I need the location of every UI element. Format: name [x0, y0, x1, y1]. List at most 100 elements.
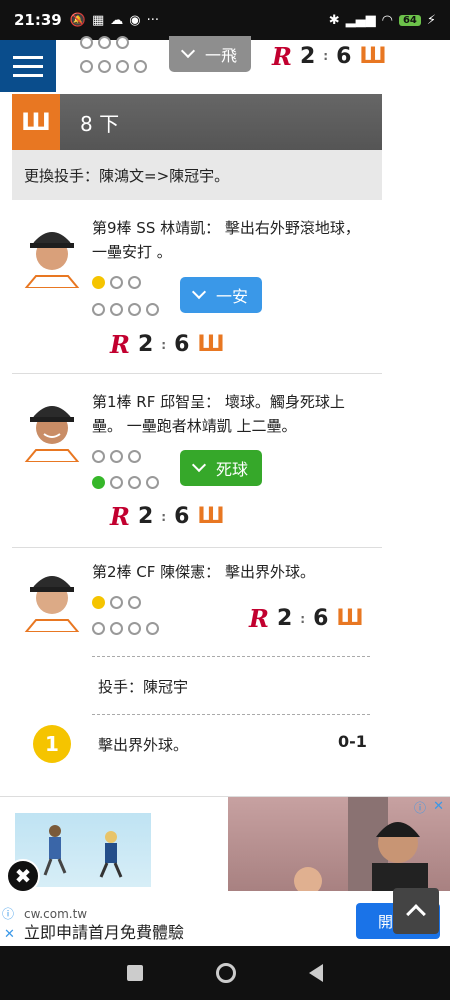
strike-dot	[110, 476, 123, 489]
chevron-down-icon	[180, 43, 196, 59]
ball-dot	[92, 596, 105, 609]
strike-dot	[146, 303, 159, 316]
more-icon: ···	[146, 12, 159, 28]
ad-info-icon[interactable]: ⓘ	[414, 799, 426, 816]
pitcher-label: 投手：陳冠宇	[98, 678, 189, 696]
strike-dot	[128, 303, 141, 316]
ad-open-label: 開	[378, 912, 394, 931]
divider	[92, 656, 370, 657]
ad-close-icon[interactable]: ✕	[433, 799, 444, 814]
strike-dot	[128, 476, 141, 489]
mute-icon: 🔕	[69, 12, 86, 28]
strike-dots	[80, 60, 147, 73]
signal-icon: ▂▄▆	[345, 12, 376, 28]
divider	[92, 714, 370, 715]
ball-dot	[110, 450, 123, 463]
play-event: 第1棒 RF 邱智呈： 壞球。觸身死球上壘。 一壘跑者林靖凱 上二壘。 死球 R…	[12, 374, 382, 548]
play-event: 第9棒 SS 林靖凱： 擊出右外野滾地球，一壘安打 。 一安 R 2 : 6 Ш	[12, 200, 382, 374]
ball-dot	[98, 36, 111, 49]
cloud-icon: ☁	[110, 12, 124, 28]
scoreboard: R 2 : 6 Ш	[249, 604, 364, 633]
wifi-icon: ◠	[381, 12, 393, 28]
play-result-button[interactable]: 死球	[180, 450, 263, 486]
strike-dot	[98, 60, 111, 73]
pitch-number-badge: 1	[33, 725, 71, 763]
away-score: 2	[137, 332, 154, 357]
away-score: 2	[276, 606, 293, 631]
home-team-logo: Ш	[336, 606, 363, 631]
play-result-button[interactable]: 一飛	[169, 36, 252, 72]
home-score: 6	[174, 504, 190, 529]
hamburger-line	[13, 73, 43, 77]
ball-dot	[92, 450, 105, 463]
ad-banner[interactable]: ⓘ ✕ ✖ ⓘ ✕ cw.com.tw 立即申請首月免費體驗 開	[0, 796, 450, 946]
ball-dot	[128, 276, 141, 289]
back-button[interactable]	[309, 964, 324, 982]
ball-dot	[128, 450, 141, 463]
away-team-logo: R	[272, 41, 292, 71]
ad-close-icon[interactable]: ✕	[4, 927, 15, 942]
bluetooth-icon: ✱	[328, 12, 340, 28]
play-result-label: 一安	[216, 287, 249, 306]
notification-icons: 🔕 ▦ ☁ ◉ ···	[70, 13, 159, 28]
grid-icon: ▦	[91, 12, 105, 28]
bases-dots	[80, 36, 129, 49]
scroll-to-top-button[interactable]	[393, 888, 439, 934]
strike-dot	[110, 622, 123, 635]
game-top-bar: 一飛 R 2 : 6 Ш	[0, 36, 450, 92]
player-avatar	[22, 392, 82, 462]
ball-dot	[110, 276, 123, 289]
score-separator: :	[323, 49, 329, 63]
strike-dot	[146, 476, 159, 489]
strike-dot	[146, 622, 159, 635]
scoreboard: R 2 : 6 Ш	[110, 502, 225, 531]
recents-button[interactable]	[126, 965, 143, 981]
ad-info-icon[interactable]: ⓘ	[2, 905, 14, 922]
strike-dot	[110, 303, 123, 316]
battery-icon: 64	[398, 14, 421, 26]
away-score: 2	[299, 43, 316, 69]
chevron-up-icon	[406, 904, 426, 924]
strike-dots	[92, 476, 159, 489]
ball-dots	[92, 596, 141, 609]
score-separator: :	[161, 509, 167, 524]
ad-title[interactable]: 立即申請首月免費體驗	[24, 919, 184, 943]
pitch-count: 0-1	[338, 732, 367, 751]
scoreboard: R 2 : 6 Ш	[272, 40, 387, 72]
chevron-down-icon	[191, 457, 207, 473]
ball-dot	[92, 276, 105, 289]
pitching-change: 更換投手：陳鴻文=>陳冠宇。	[12, 150, 382, 200]
event-text: 第2棒 CF 陳傑憲： 擊出界外球。	[92, 563, 315, 581]
player-avatar	[22, 562, 82, 632]
ball-dot	[80, 36, 93, 49]
home-score: 6	[174, 332, 190, 357]
status-bar: 21:39 🔕 ▦ ☁ ◉ ··· ✱ ▂▄▆ ◠ 64 ⚡	[0, 0, 450, 40]
strike-dots	[92, 303, 159, 316]
away-team-logo: R	[110, 330, 130, 359]
away-team-logo: R	[110, 502, 130, 531]
ball-dots	[92, 276, 141, 289]
home-team-logo: Ш	[12, 94, 60, 150]
hamburger-line	[13, 64, 43, 68]
home-button[interactable]	[215, 963, 236, 983]
score-separator: :	[161, 337, 167, 352]
ad-dismiss-button[interactable]: ✖	[6, 859, 40, 893]
home-team-logo: Ш	[359, 43, 386, 69]
strike-dot	[80, 60, 93, 73]
event-text: 第1棒 RF 邱智呈： 壞球。觸身死球上壘。 一壘跑者林靖凱 上二壘。	[92, 393, 345, 435]
play-result-label: 一飛	[205, 46, 238, 65]
strike-dot	[92, 622, 105, 635]
strike-dot	[134, 60, 147, 73]
ball-dot	[128, 596, 141, 609]
play-result-button[interactable]: 一安	[180, 277, 263, 313]
event-text: 第9棒 SS 林靖凱： 擊出右外野滾地球，一壘安打 。	[92, 219, 360, 261]
menu-button[interactable]	[0, 40, 56, 92]
play-result-label: 死球	[216, 460, 249, 479]
strike-dot	[92, 303, 105, 316]
away-team-logo: R	[249, 604, 269, 633]
home-team-logo: Ш	[197, 332, 224, 357]
pitch-result: 擊出界外球。	[98, 736, 189, 754]
ball-dot	[110, 596, 123, 609]
player-avatar	[22, 218, 82, 288]
ball-dot	[116, 36, 129, 49]
